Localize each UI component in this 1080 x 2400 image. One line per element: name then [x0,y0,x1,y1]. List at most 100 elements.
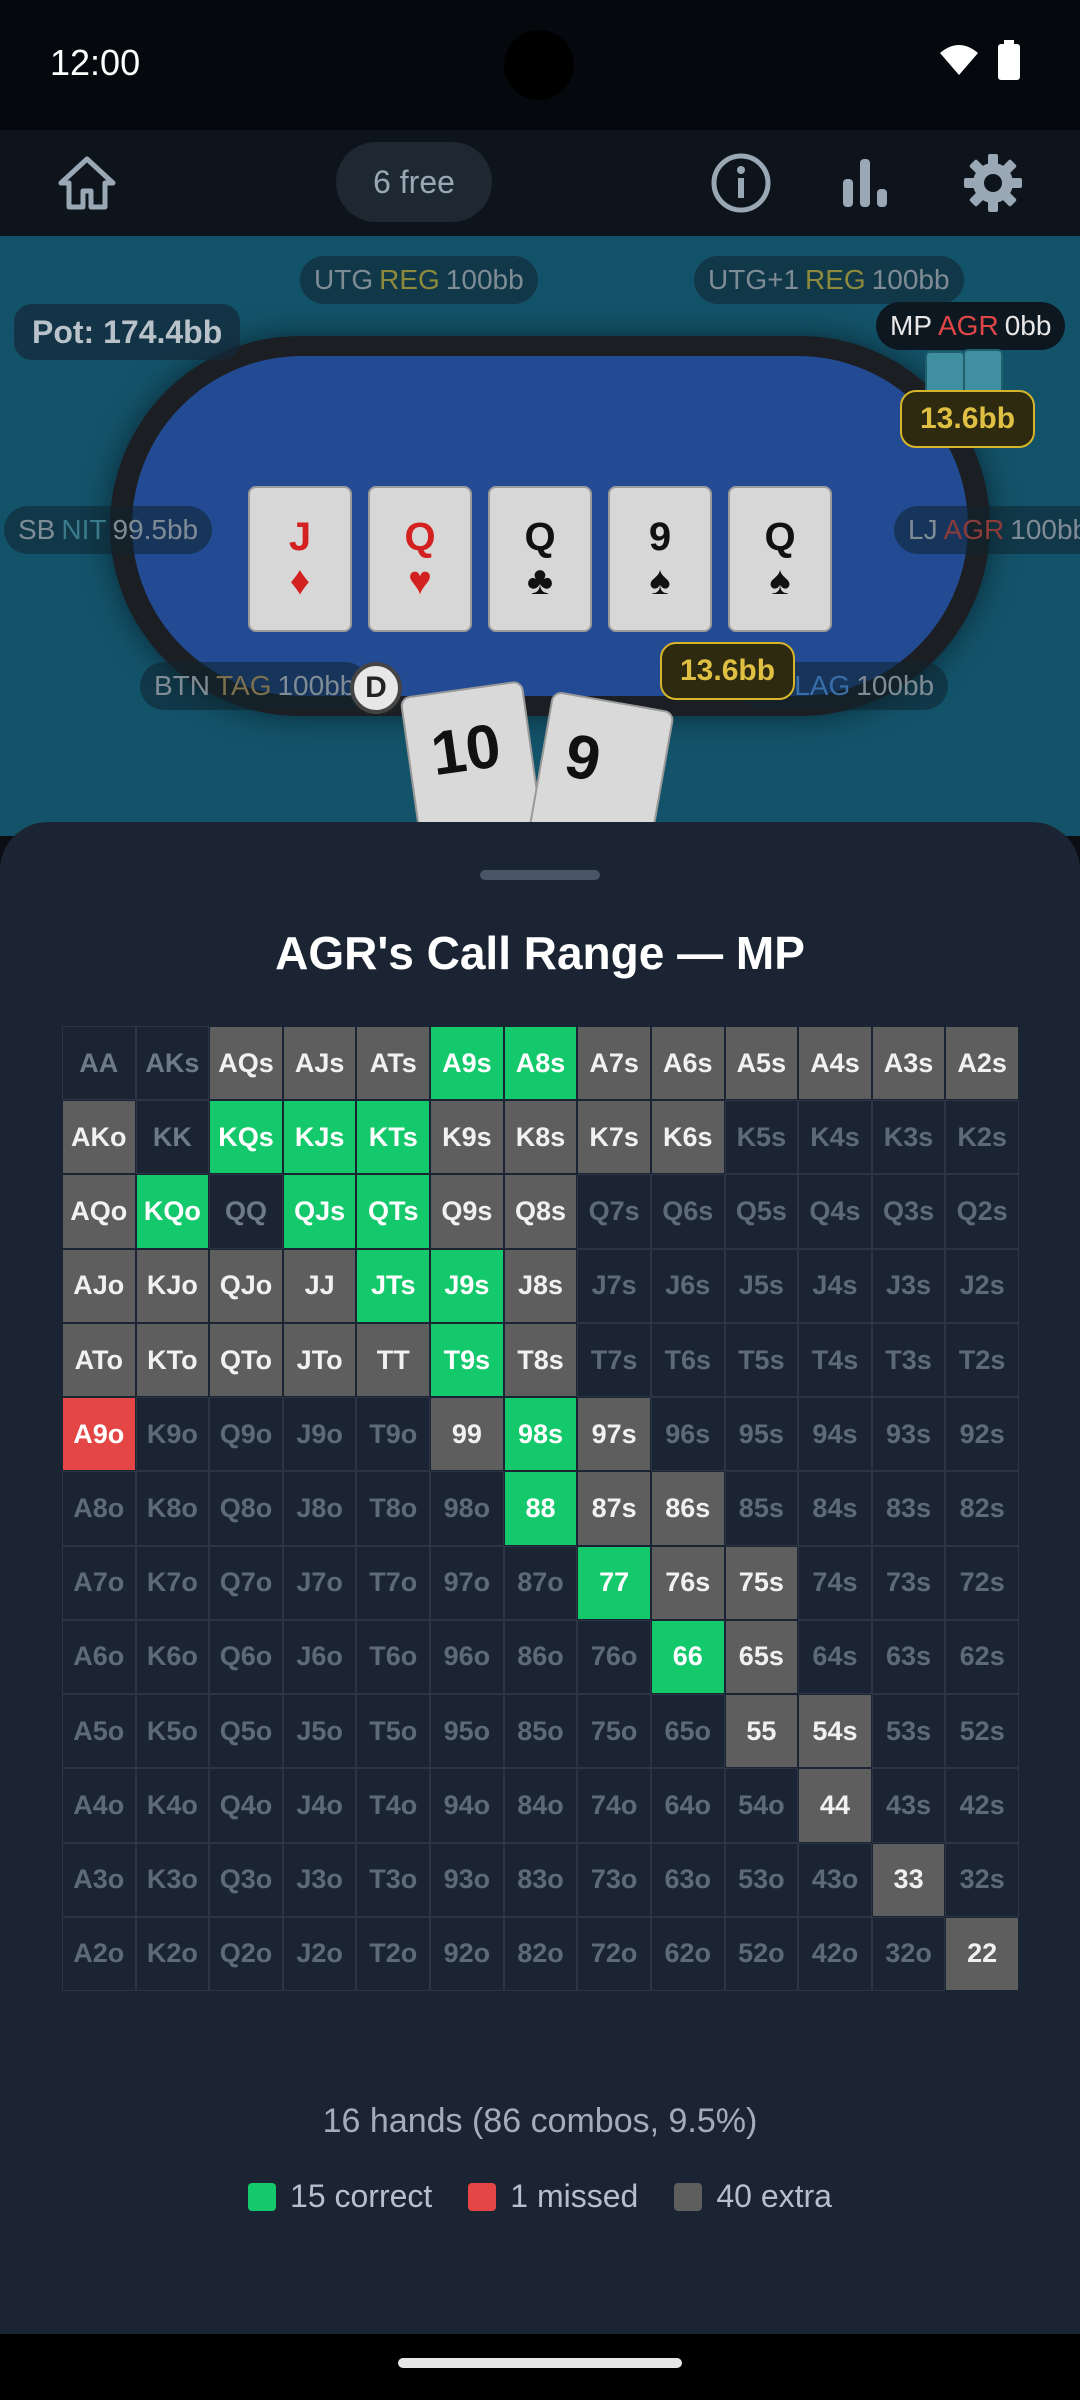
hand-cell-A3s[interactable]: A3s [871,1026,946,1101]
hand-cell-Q2s[interactable]: Q2s [945,1174,1019,1249]
hand-cell-K9s[interactable]: K9s [430,1100,504,1175]
hand-cell-A3o[interactable]: A3o [62,1842,136,1917]
hand-cell-KTo[interactable]: KTo [135,1322,210,1398]
settings-icon[interactable] [958,148,1028,218]
hand-cell-J6o[interactable]: J6o [282,1619,357,1695]
free-hands-button[interactable]: 6 free [336,142,492,222]
hand-cell-Q3o[interactable]: Q3o [209,1842,283,1917]
hand-cell-K8s[interactable]: K8s [503,1100,578,1175]
hand-cell-Q6s[interactable]: Q6s [650,1174,725,1249]
hand-cell-QQ[interactable]: QQ [209,1174,283,1249]
hand-cell-82s[interactable]: 82s [945,1471,1019,1546]
hand-cell-K5s[interactable]: K5s [724,1100,799,1175]
hand-cell-T2s[interactable]: T2s [945,1322,1019,1398]
hand-cell-J9o[interactable]: J9o [282,1397,357,1472]
hand-cell-65o[interactable]: 65o [650,1694,725,1769]
hand-cell-84s[interactable]: 84s [798,1471,872,1546]
hand-cell-K5o[interactable]: K5o [135,1694,210,1769]
hand-cell-22[interactable]: 22 [945,1916,1019,1991]
hand-cell-K6s[interactable]: K6s [650,1100,725,1175]
hand-cell-83o[interactable]: 83o [503,1842,578,1917]
seat-utg1[interactable]: UTG+1 REG 100bb [694,256,964,304]
hand-cell-J3s[interactable]: J3s [871,1248,946,1323]
hand-cell-A8s[interactable]: A8s [503,1026,578,1101]
hand-cell-72o[interactable]: 72o [577,1916,651,1991]
sheet-drag-handle[interactable] [480,870,600,880]
hand-cell-A9o[interactable]: A9o [62,1397,136,1472]
hand-cell-A7s[interactable]: A7s [577,1026,651,1101]
hand-cell-QTs[interactable]: QTs [356,1174,431,1249]
hand-cell-KJs[interactable]: KJs [282,1100,357,1175]
seat-sb[interactable]: SB NIT 99.5bb [4,506,213,554]
hand-cell-85o[interactable]: 85o [503,1694,578,1769]
hand-cell-A5o[interactable]: A5o [62,1694,136,1769]
hand-cell-Q2o[interactable]: Q2o [209,1916,283,1991]
hand-cell-55[interactable]: 55 [724,1694,799,1769]
hand-cell-KK[interactable]: KK [135,1100,210,1175]
hand-cell-85s[interactable]: 85s [724,1471,799,1546]
hand-cell-62s[interactable]: 62s [945,1619,1019,1695]
hand-cell-JJ[interactable]: JJ [282,1248,357,1323]
hand-cell-44[interactable]: 44 [798,1768,872,1843]
hand-cell-52s[interactable]: 52s [945,1694,1019,1769]
hand-cell-JTo[interactable]: JTo [282,1322,357,1398]
hand-cell-Q8s[interactable]: Q8s [503,1174,578,1249]
hand-cell-J4s[interactable]: J4s [798,1248,872,1323]
hand-cell-K3s[interactable]: K3s [871,1100,946,1175]
hand-cell-75s[interactable]: 75s [724,1545,799,1620]
hand-cell-Q7s[interactable]: Q7s [577,1174,651,1249]
hand-cell-T6o[interactable]: T6o [356,1619,431,1695]
hand-cell-64o[interactable]: 64o [650,1768,725,1843]
hand-cell-A2o[interactable]: A2o [62,1916,136,1991]
hand-cell-QTo[interactable]: QTo [209,1322,283,1398]
hand-cell-54s[interactable]: 54s [798,1694,872,1769]
hand-cell-T3o[interactable]: T3o [356,1842,431,1917]
hand-cell-A8o[interactable]: A8o [62,1471,136,1546]
hand-cell-43o[interactable]: 43o [798,1842,872,1917]
hand-cell-T5s[interactable]: T5s [724,1322,799,1398]
hand-cell-T2o[interactable]: T2o [356,1916,431,1991]
hand-cell-86o[interactable]: 86o [503,1619,578,1695]
hand-cell-A4o[interactable]: A4o [62,1768,136,1843]
hand-cell-63s[interactable]: 63s [871,1619,946,1695]
hand-cell-QJo[interactable]: QJo [209,1248,283,1323]
hand-cell-T9o[interactable]: T9o [356,1397,431,1472]
seat-btn[interactable]: BTN TAG 100bb [140,662,370,710]
hand-cell-97o[interactable]: 97o [430,1545,504,1620]
hand-cell-K4o[interactable]: K4o [135,1768,210,1843]
hand-cell-T8o[interactable]: T8o [356,1471,431,1546]
hand-cell-T8s[interactable]: T8s [503,1322,578,1398]
hand-cell-T7s[interactable]: T7s [577,1322,651,1398]
hand-cell-AKo[interactable]: AKo [62,1100,136,1175]
stats-icon[interactable] [830,148,900,218]
hand-cell-93s[interactable]: 93s [871,1397,946,1472]
hand-cell-QJs[interactable]: QJs [282,1174,357,1249]
hand-cell-87s[interactable]: 87s [577,1471,651,1546]
hand-cell-J5o[interactable]: J5o [282,1694,357,1769]
hand-cell-93o[interactable]: 93o [430,1842,504,1917]
hand-cell-J7s[interactable]: J7s [577,1248,651,1323]
hand-cell-A2s[interactable]: A2s [945,1026,1019,1101]
hand-cell-AA[interactable]: AA [62,1026,136,1101]
hand-cell-32s[interactable]: 32s [945,1842,1019,1917]
hand-cell-76o[interactable]: 76o [577,1619,651,1695]
hand-cell-J4o[interactable]: J4o [282,1768,357,1843]
hand-cell-A6o[interactable]: A6o [62,1619,136,1695]
hand-cell-ATs[interactable]: ATs [356,1026,431,1101]
hand-cell-AJo[interactable]: AJo [62,1248,136,1323]
hand-cell-92s[interactable]: 92s [945,1397,1019,1472]
hand-cell-K6o[interactable]: K6o [135,1619,210,1695]
hand-cell-K8o[interactable]: K8o [135,1471,210,1546]
hand-cell-Q4s[interactable]: Q4s [798,1174,872,1249]
hand-cell-43s[interactable]: 43s [871,1768,946,1843]
hand-cell-64s[interactable]: 64s [798,1619,872,1695]
hand-cell-Q7o[interactable]: Q7o [209,1545,283,1620]
hand-cell-AKs[interactable]: AKs [135,1026,210,1101]
hand-cell-95o[interactable]: 95o [430,1694,504,1769]
hand-cell-K7o[interactable]: K7o [135,1545,210,1620]
seat-utg[interactable]: UTG REG 100bb [300,256,538,304]
hand-cell-AQs[interactable]: AQs [209,1026,283,1101]
hand-cell-83s[interactable]: 83s [871,1471,946,1546]
hand-cell-Q3s[interactable]: Q3s [871,1174,946,1249]
hand-cell-52o[interactable]: 52o [724,1916,799,1991]
